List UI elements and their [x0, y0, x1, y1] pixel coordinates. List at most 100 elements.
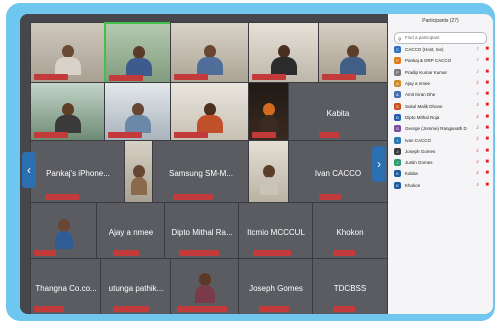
mic-muted-icon[interactable]: ♪ — [476, 148, 479, 154]
participant-row[interactable]: K Khokon ♪ ■ — [388, 180, 493, 191]
camera-off-icon[interactable]: ■ — [485, 159, 489, 165]
mic-muted-icon[interactable]: ♪ — [476, 125, 479, 131]
name-tag — [34, 306, 64, 312]
participant-row[interactable]: A Amit Kiran Dhe ♪ ■ — [388, 89, 493, 100]
participant-row[interactable]: A Ajay a nmee ♪ ■ — [388, 78, 493, 89]
video-tile[interactable] — [170, 82, 250, 142]
participant-row[interactable]: K Kabita ♪ ■ — [388, 168, 493, 179]
camera-off-icon[interactable]: ■ — [485, 136, 489, 142]
name-tag — [113, 250, 139, 256]
participants-panel: Participants (27) ⚲ Find a participant C… — [388, 14, 493, 314]
mic-muted-icon[interactable]: ♪ — [476, 80, 479, 86]
participant-name: Ivan CACCO — [314, 168, 362, 178]
participant-name: TDCBSS — [333, 284, 367, 294]
camera-off-icon[interactable]: ■ — [485, 80, 489, 86]
name-tile[interactable]: Khokon — [312, 202, 388, 260]
name-tag — [252, 74, 286, 80]
name-tile[interactable]: Dipto Mithal Ra... — [164, 202, 240, 260]
video-tile[interactable] — [170, 22, 250, 84]
participant-row[interactable]: G George (Jomme) Ranganath Dutta ♪ ■ — [388, 123, 493, 134]
meeting-window: Kabita Pankaj's iPhone... Samsung SM-M..… — [20, 14, 493, 314]
participant-label: Kabita — [405, 171, 418, 177]
participant-row[interactable]: C CACCO (Host, me) ♪ ■ — [388, 44, 493, 55]
name-tile[interactable]: Joseph Gomes — [238, 258, 314, 314]
participant-video — [271, 45, 297, 75]
search-placeholder: Find a participant — [405, 35, 440, 40]
participant-video — [197, 45, 223, 75]
mic-icon[interactable]: ♪ — [476, 91, 479, 97]
video-tile[interactable] — [104, 22, 174, 86]
participant-row[interactable]: J Joseph Gomes ♪ ■ — [388, 146, 493, 157]
participant-row[interactable]: P Pradip Kumar Kumar ♪ ■ — [388, 67, 493, 78]
name-tile[interactable]: Thangna Co.co... — [30, 258, 102, 314]
name-tile[interactable]: utunga pathik... — [100, 258, 172, 314]
participant-label: Amit Kiran Dhe — [405, 92, 436, 98]
video-tile[interactable] — [124, 140, 154, 204]
video-tile[interactable] — [248, 22, 320, 84]
camera-off-icon[interactable]: ■ — [485, 148, 489, 154]
mic-icon[interactable]: ♪ — [476, 57, 479, 63]
name-tile[interactable]: Ajay a nmee — [96, 202, 166, 260]
video-tile[interactable] — [104, 82, 172, 142]
name-tile[interactable]: Samsung SM-M... — [152, 140, 250, 204]
mic-muted-icon[interactable]: ♪ — [476, 136, 479, 142]
camera-off-icon[interactable]: ■ — [485, 170, 489, 176]
name-tile[interactable] — [30, 202, 98, 260]
next-page-button[interactable]: › — [372, 146, 386, 182]
name-tag — [177, 306, 227, 312]
video-tile[interactable] — [30, 82, 106, 142]
participant-search[interactable]: ⚲ Find a participant — [394, 32, 487, 44]
participant-row[interactable]: I Ivan CACCO ♪ ■ — [388, 134, 493, 145]
participant-label: Pradip Kumar Kumar — [405, 69, 448, 75]
name-tile[interactable] — [170, 258, 240, 314]
camera-off-icon[interactable]: ■ — [485, 182, 489, 188]
mic-muted-icon[interactable]: ♪ — [476, 182, 479, 188]
participant-video — [260, 103, 278, 133]
camera-off-icon[interactable]: ■ — [485, 125, 489, 131]
participant-row[interactable]: P Pankaj & DRP CACCO ♪ ■ — [388, 55, 493, 66]
mic-muted-icon[interactable]: ♪ — [476, 170, 479, 176]
avatar: J — [394, 159, 401, 167]
mic-icon[interactable]: ♪ — [476, 69, 479, 75]
camera-off-icon[interactable]: ■ — [485, 57, 489, 63]
video-tile[interactable] — [248, 82, 290, 142]
video-gallery: Kabita Pankaj's iPhone... Samsung SM-M..… — [20, 14, 388, 314]
mic-muted-icon[interactable]: ♪ — [476, 114, 479, 120]
camera-off-icon[interactable]: ■ — [485, 46, 489, 52]
avatar: D — [394, 113, 401, 121]
name-tile[interactable]: TDCBSS — [312, 258, 388, 314]
camera-off-icon[interactable]: ■ — [485, 69, 489, 75]
participant-row[interactable]: D Dipto Mithal Roja ♪ ■ — [388, 112, 493, 123]
participant-name: Kabita — [326, 109, 350, 119]
participant-name: Joseph Gomes — [249, 284, 303, 294]
avatar: G — [394, 125, 401, 133]
camera-off-icon[interactable]: ■ — [485, 91, 489, 97]
name-tag — [179, 250, 219, 256]
participant-label: Ajay a nmee — [405, 81, 431, 87]
participant-row[interactable]: S Sukul Malik Dhone ♪ ■ — [388, 100, 493, 111]
name-tag — [253, 250, 291, 256]
mic-muted-icon[interactable]: ♪ — [476, 159, 479, 165]
participant-name: Thangna Co.co... — [35, 284, 97, 294]
participant-video — [260, 165, 278, 195]
name-tile[interactable]: Itcmio MCCCUL — [238, 202, 314, 260]
mic-muted-icon[interactable]: ♪ — [476, 102, 479, 108]
camera-off-icon[interactable]: ■ — [485, 102, 489, 108]
participant-list: C CACCO (Host, me) ♪ ■ P Pankaj & DRP CACCO ♪ ■… — [388, 44, 493, 191]
avatar: S — [394, 102, 401, 110]
video-tile[interactable] — [248, 140, 290, 204]
camera-off-icon[interactable]: ■ — [485, 114, 489, 120]
name-tile[interactable]: Pankaj's iPhone... — [30, 140, 126, 204]
prev-page-button[interactable]: ‹ — [22, 152, 36, 188]
name-tile[interactable]: Kabita — [288, 82, 388, 142]
participant-row[interactable]: J Justin Gomes ♪ ■ — [388, 157, 493, 168]
participant-name: Ajay a nmee — [108, 228, 154, 238]
participant-video — [55, 103, 81, 133]
participant-name: Itcmio MCCCUL — [247, 228, 305, 238]
video-tile[interactable] — [318, 22, 388, 84]
mic-icon[interactable]: ♪ — [476, 46, 479, 52]
participant-name: Khokon — [336, 228, 364, 238]
participant-name: Pankaj's iPhone... — [46, 168, 110, 178]
video-tile[interactable] — [30, 22, 106, 84]
participant-label: Pankaj & DRP CACCO — [405, 58, 452, 64]
